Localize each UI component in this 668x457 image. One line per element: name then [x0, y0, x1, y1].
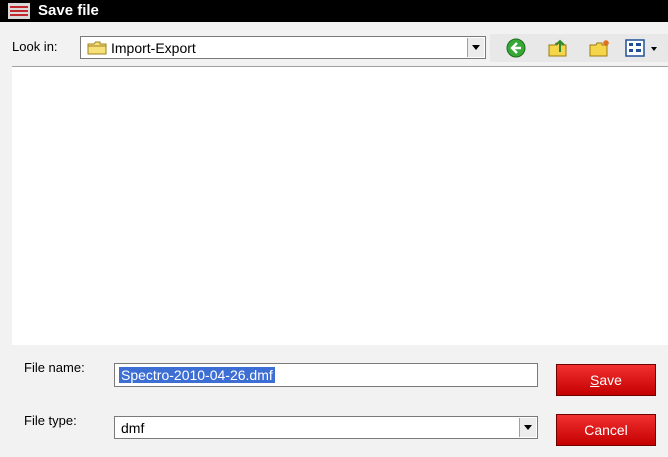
- window-title: Save file: [38, 2, 99, 19]
- save-button-label: Save: [590, 372, 622, 388]
- file-name-value: Spectro-2010-04-26.dmf: [119, 367, 275, 383]
- file-type-dropdown-button[interactable]: [519, 418, 536, 437]
- folder-icon: [87, 41, 107, 55]
- file-name-label: File name:: [24, 360, 85, 375]
- file-name-input[interactable]: Spectro-2010-04-26.dmf: [114, 363, 538, 387]
- chevron-down-icon: [472, 45, 480, 50]
- chevron-down-icon: [524, 425, 532, 430]
- back-button[interactable]: [504, 36, 528, 60]
- app-icon: [8, 3, 30, 19]
- view-menu-icon: [625, 39, 657, 57]
- look-in-dropdown[interactable]: Import-Export: [80, 36, 486, 59]
- look-in-value: Import-Export: [111, 40, 196, 56]
- up-folder-icon: [548, 39, 567, 57]
- new-folder-icon: [589, 40, 609, 57]
- up-folder-button[interactable]: [546, 36, 570, 60]
- file-type-value: dmf: [121, 420, 145, 436]
- title-bar[interactable]: Save file: [0, 0, 668, 22]
- view-menu-button[interactable]: [624, 36, 660, 60]
- cancel-button[interactable]: Cancel: [556, 414, 656, 446]
- look-in-label: Look in:: [12, 39, 58, 54]
- save-button[interactable]: Save: [556, 364, 656, 396]
- look-in-dropdown-button[interactable]: [467, 38, 484, 57]
- new-folder-button[interactable]: [588, 36, 612, 60]
- file-type-label: File type:: [24, 413, 77, 428]
- file-type-dropdown[interactable]: dmf: [114, 416, 538, 439]
- file-list[interactable]: [12, 66, 668, 345]
- back-icon: [506, 38, 526, 58]
